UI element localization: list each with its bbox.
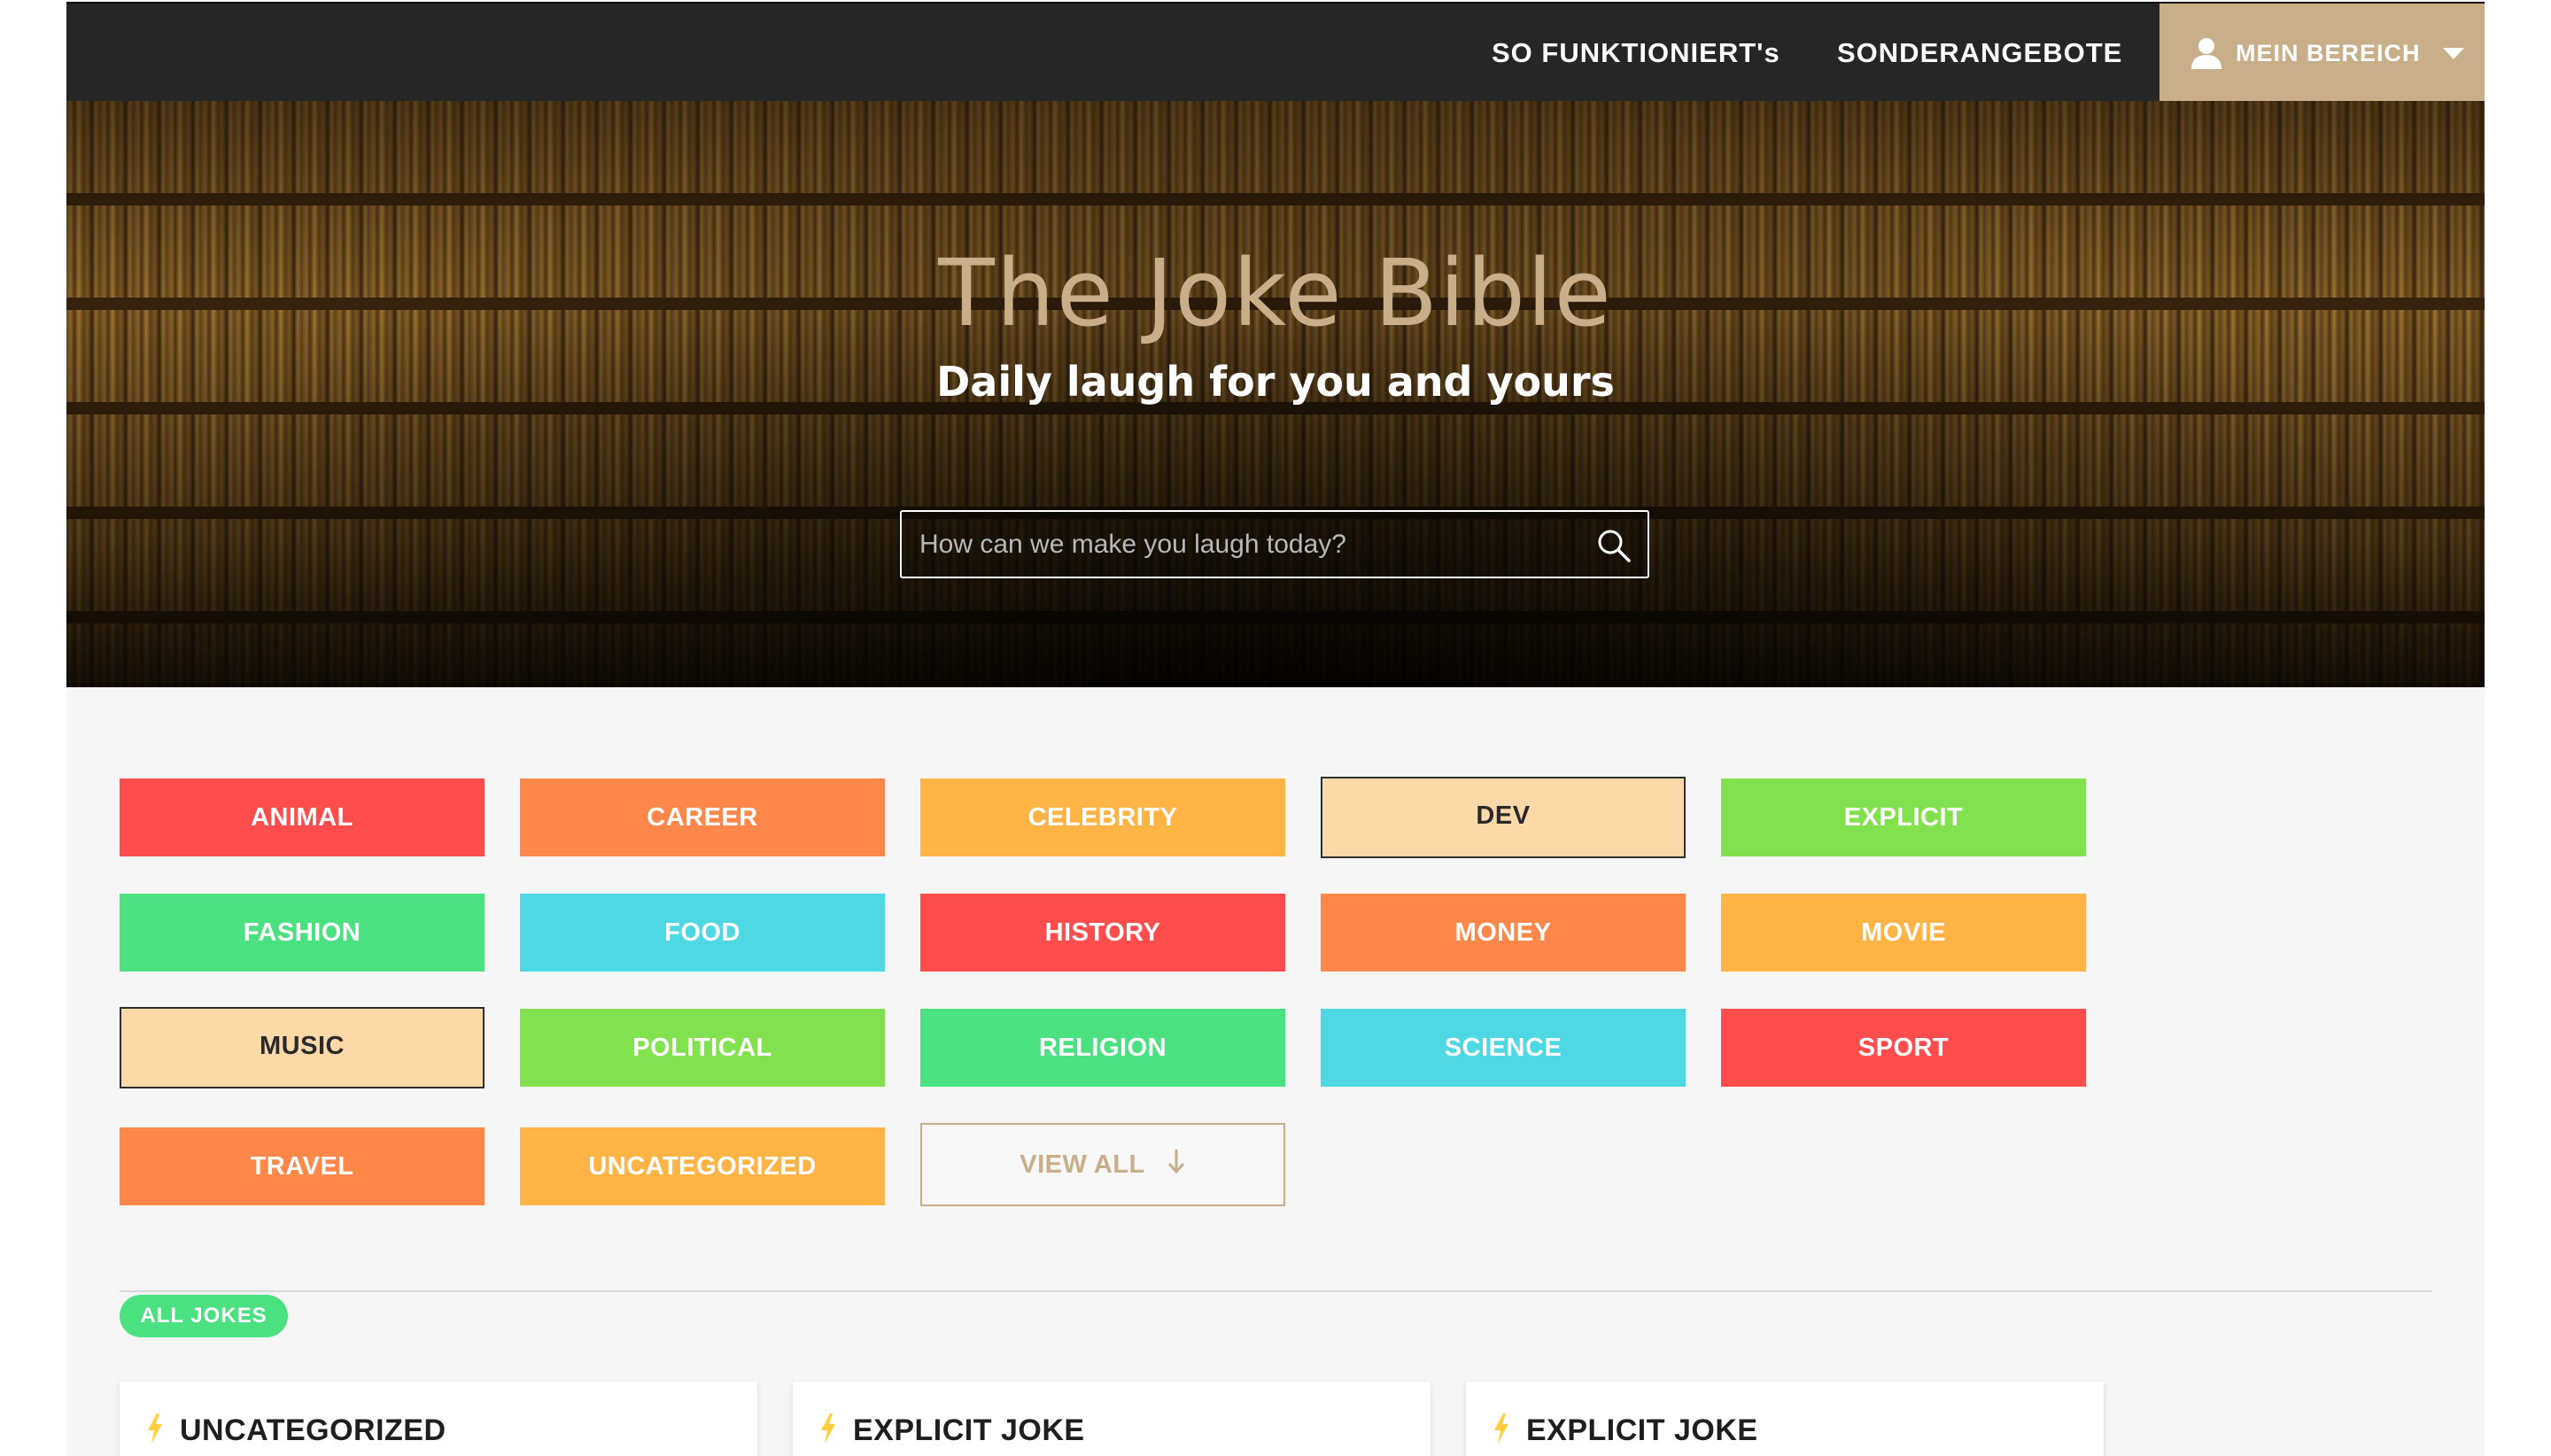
account-menu-label: MEIN BEREICH xyxy=(2236,40,2421,66)
category-movie[interactable]: MOVIE xyxy=(1721,894,2086,972)
hero-banner: The Joke Bible Daily laugh for you and y… xyxy=(66,101,2485,687)
category-sport[interactable]: SPORT xyxy=(1721,1009,2086,1087)
category-celebrity[interactable]: CELEBRITY xyxy=(920,778,1285,856)
arrow-down-icon xyxy=(1167,1150,1184,1174)
all-jokes-badge: ALL JOKES xyxy=(120,1295,288,1337)
category-religion[interactable]: RELIGION xyxy=(920,1009,1285,1087)
category-fashion[interactable]: FASHION xyxy=(120,894,485,972)
category-career[interactable]: CAREER xyxy=(520,778,885,856)
top-navbar: SO FUNKTIONIERT's SONDERANGEBOTE MEIN BE… xyxy=(66,2,2485,103)
category-travel[interactable]: TRAVEL xyxy=(120,1127,485,1205)
category-history[interactable]: HISTORY xyxy=(920,894,1285,972)
chevron-down-icon xyxy=(2443,48,2464,59)
joke-card[interactable]: EXPLICIT JOKE xyxy=(793,1382,1431,1456)
category-uncategorized[interactable]: UNCATEGORIZED xyxy=(520,1127,885,1205)
category-music[interactable]: MUSIC xyxy=(120,1007,485,1088)
joke-card[interactable]: EXPLICIT JOKE xyxy=(1466,1382,2104,1456)
view-all-label: VIEW ALL xyxy=(1020,1150,1145,1179)
section-divider xyxy=(120,1290,2432,1292)
category-dev[interactable]: DEV xyxy=(1321,777,1686,858)
site-title: The Joke Bible xyxy=(938,239,1613,347)
page-frame: SO FUNKTIONIERT's SONDERANGEBOTE MEIN BE… xyxy=(66,0,2485,1456)
category-animal[interactable]: ANIMAL xyxy=(120,778,485,856)
lightning-icon xyxy=(821,1413,835,1444)
joke-card-title: UNCATEGORIZED xyxy=(180,1413,446,1447)
search-icon[interactable] xyxy=(1596,528,1632,563)
lightning-icon xyxy=(148,1413,162,1444)
nav-how-it-works-link[interactable]: SO FUNKTIONIERT's xyxy=(1492,4,1780,103)
site-tagline: Daily laugh for you and yours xyxy=(936,358,1615,406)
joke-card-title: EXPLICIT JOKE xyxy=(853,1413,1085,1447)
joke-card-title: EXPLICIT JOKE xyxy=(1526,1413,1758,1447)
view-all-button[interactable]: VIEW ALL xyxy=(920,1123,1285,1206)
category-money[interactable]: MONEY xyxy=(1321,894,1686,972)
search-bar xyxy=(900,510,1649,578)
lightning-icon xyxy=(1494,1413,1508,1444)
category-food[interactable]: FOOD xyxy=(520,894,885,972)
category-science[interactable]: SCIENCE xyxy=(1321,1009,1686,1087)
nav-offers-link[interactable]: SONDERANGEBOTE xyxy=(1837,4,2122,103)
search-input[interactable] xyxy=(902,512,1575,577)
category-explicit[interactable]: EXPLICIT xyxy=(1721,778,2086,856)
category-political[interactable]: POLITICAL xyxy=(520,1009,885,1087)
joke-card[interactable]: UNCATEGORIZED xyxy=(120,1382,757,1456)
account-menu-button[interactable]: MEIN BEREICH xyxy=(2159,4,2485,103)
user-icon xyxy=(2191,38,2221,69)
